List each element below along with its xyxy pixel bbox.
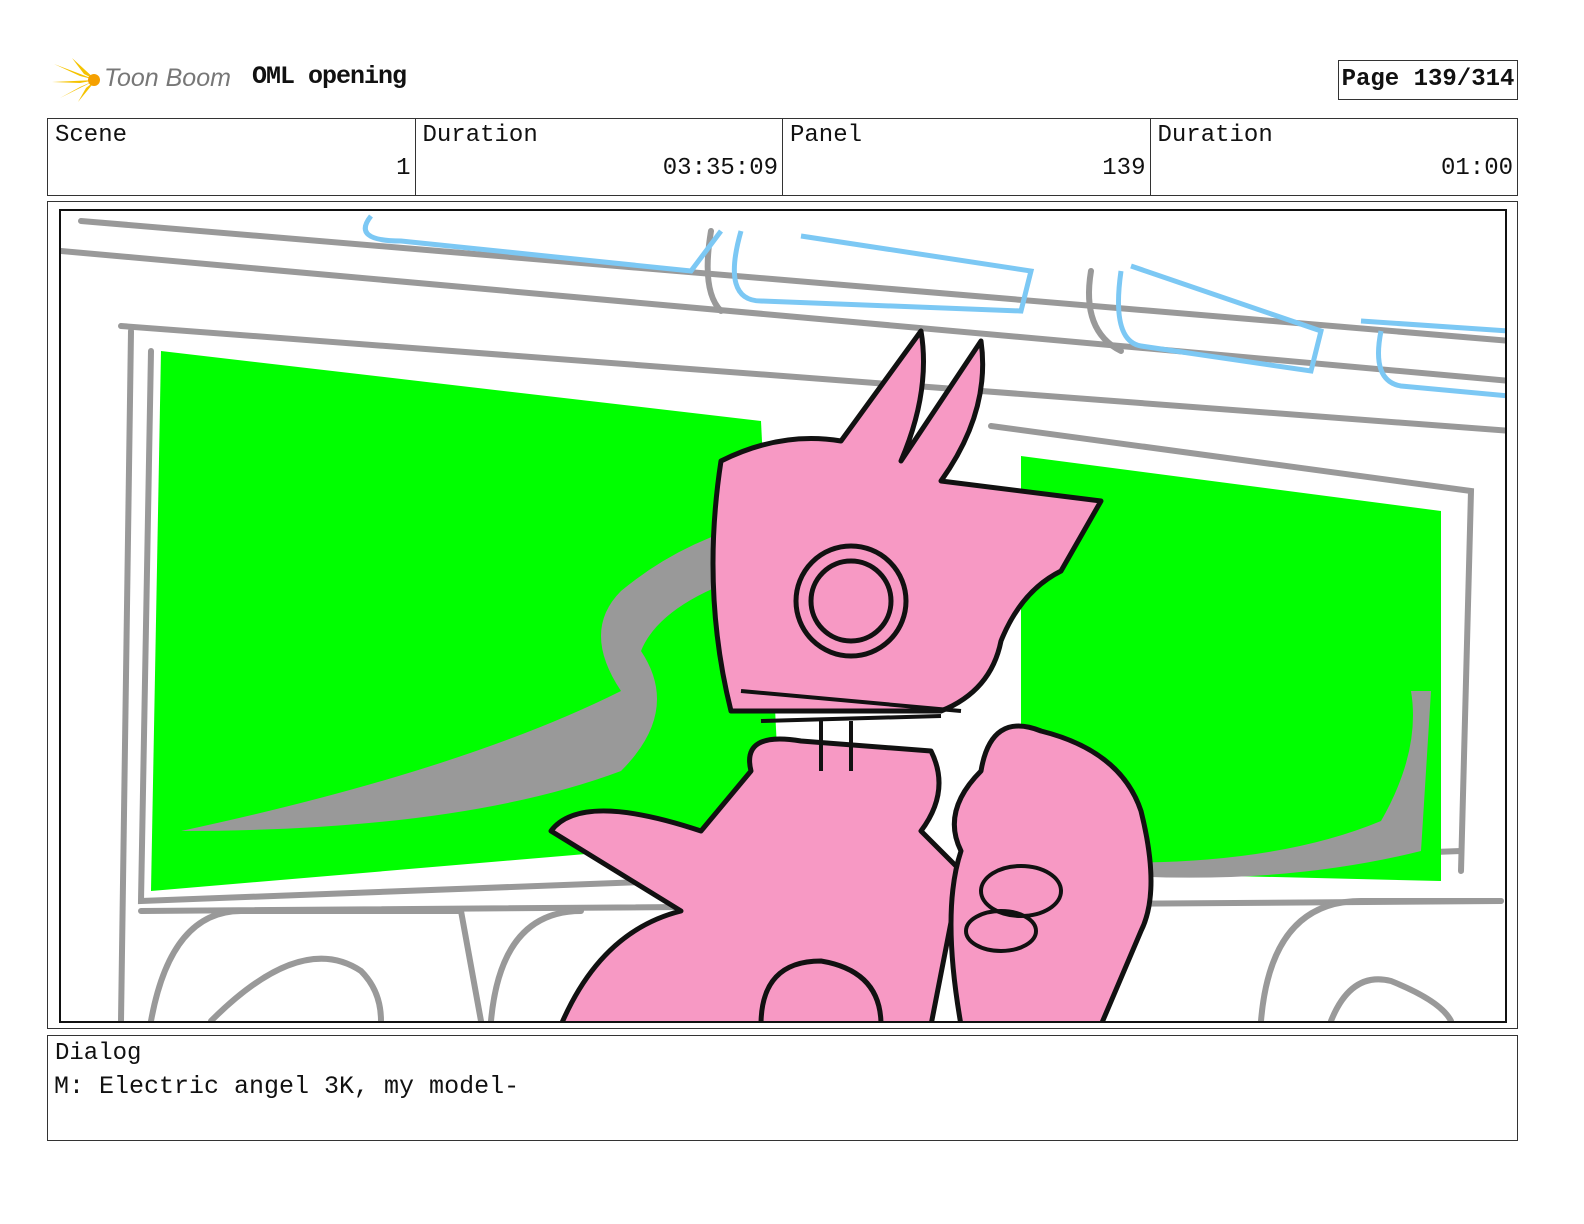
dialog-label: Dialog [55, 1040, 142, 1067]
panel-duration-cell: Duration 01:00 [1151, 119, 1518, 195]
page-number: Page 139/314 [1338, 60, 1518, 100]
panel-label: Panel [790, 122, 863, 149]
storyboard-panel [47, 201, 1518, 1029]
logo-text: Toon Boom [104, 64, 231, 92]
scene-duration-value: 03:35:09 [662, 155, 778, 182]
panel-value: 139 [1102, 155, 1146, 182]
sketch-artwork [61, 214, 1505, 1021]
scene-duration-cell: Duration 03:35:09 [416, 119, 783, 195]
scene-duration-label: Duration [422, 122, 538, 149]
scene-label: Scene [55, 122, 128, 149]
panel-cell: Panel 139 [783, 119, 1151, 195]
scene-cell: Scene 1 [48, 119, 416, 195]
dialog-text: M: Electric angel 3K, my model- [54, 1072, 520, 1101]
project-title: OML opening [252, 62, 407, 91]
panel-drawing [59, 209, 1507, 1023]
panel-info-table: Scene 1 Duration 03:35:09 Panel 139 Dura… [47, 118, 1518, 196]
panel-duration-label: Duration [1157, 122, 1273, 149]
panel-duration-value: 01:00 [1440, 155, 1513, 182]
scene-value: 1 [396, 155, 411, 182]
dialog-box: Dialog M: Electric angel 3K, my model- [47, 1035, 1518, 1141]
